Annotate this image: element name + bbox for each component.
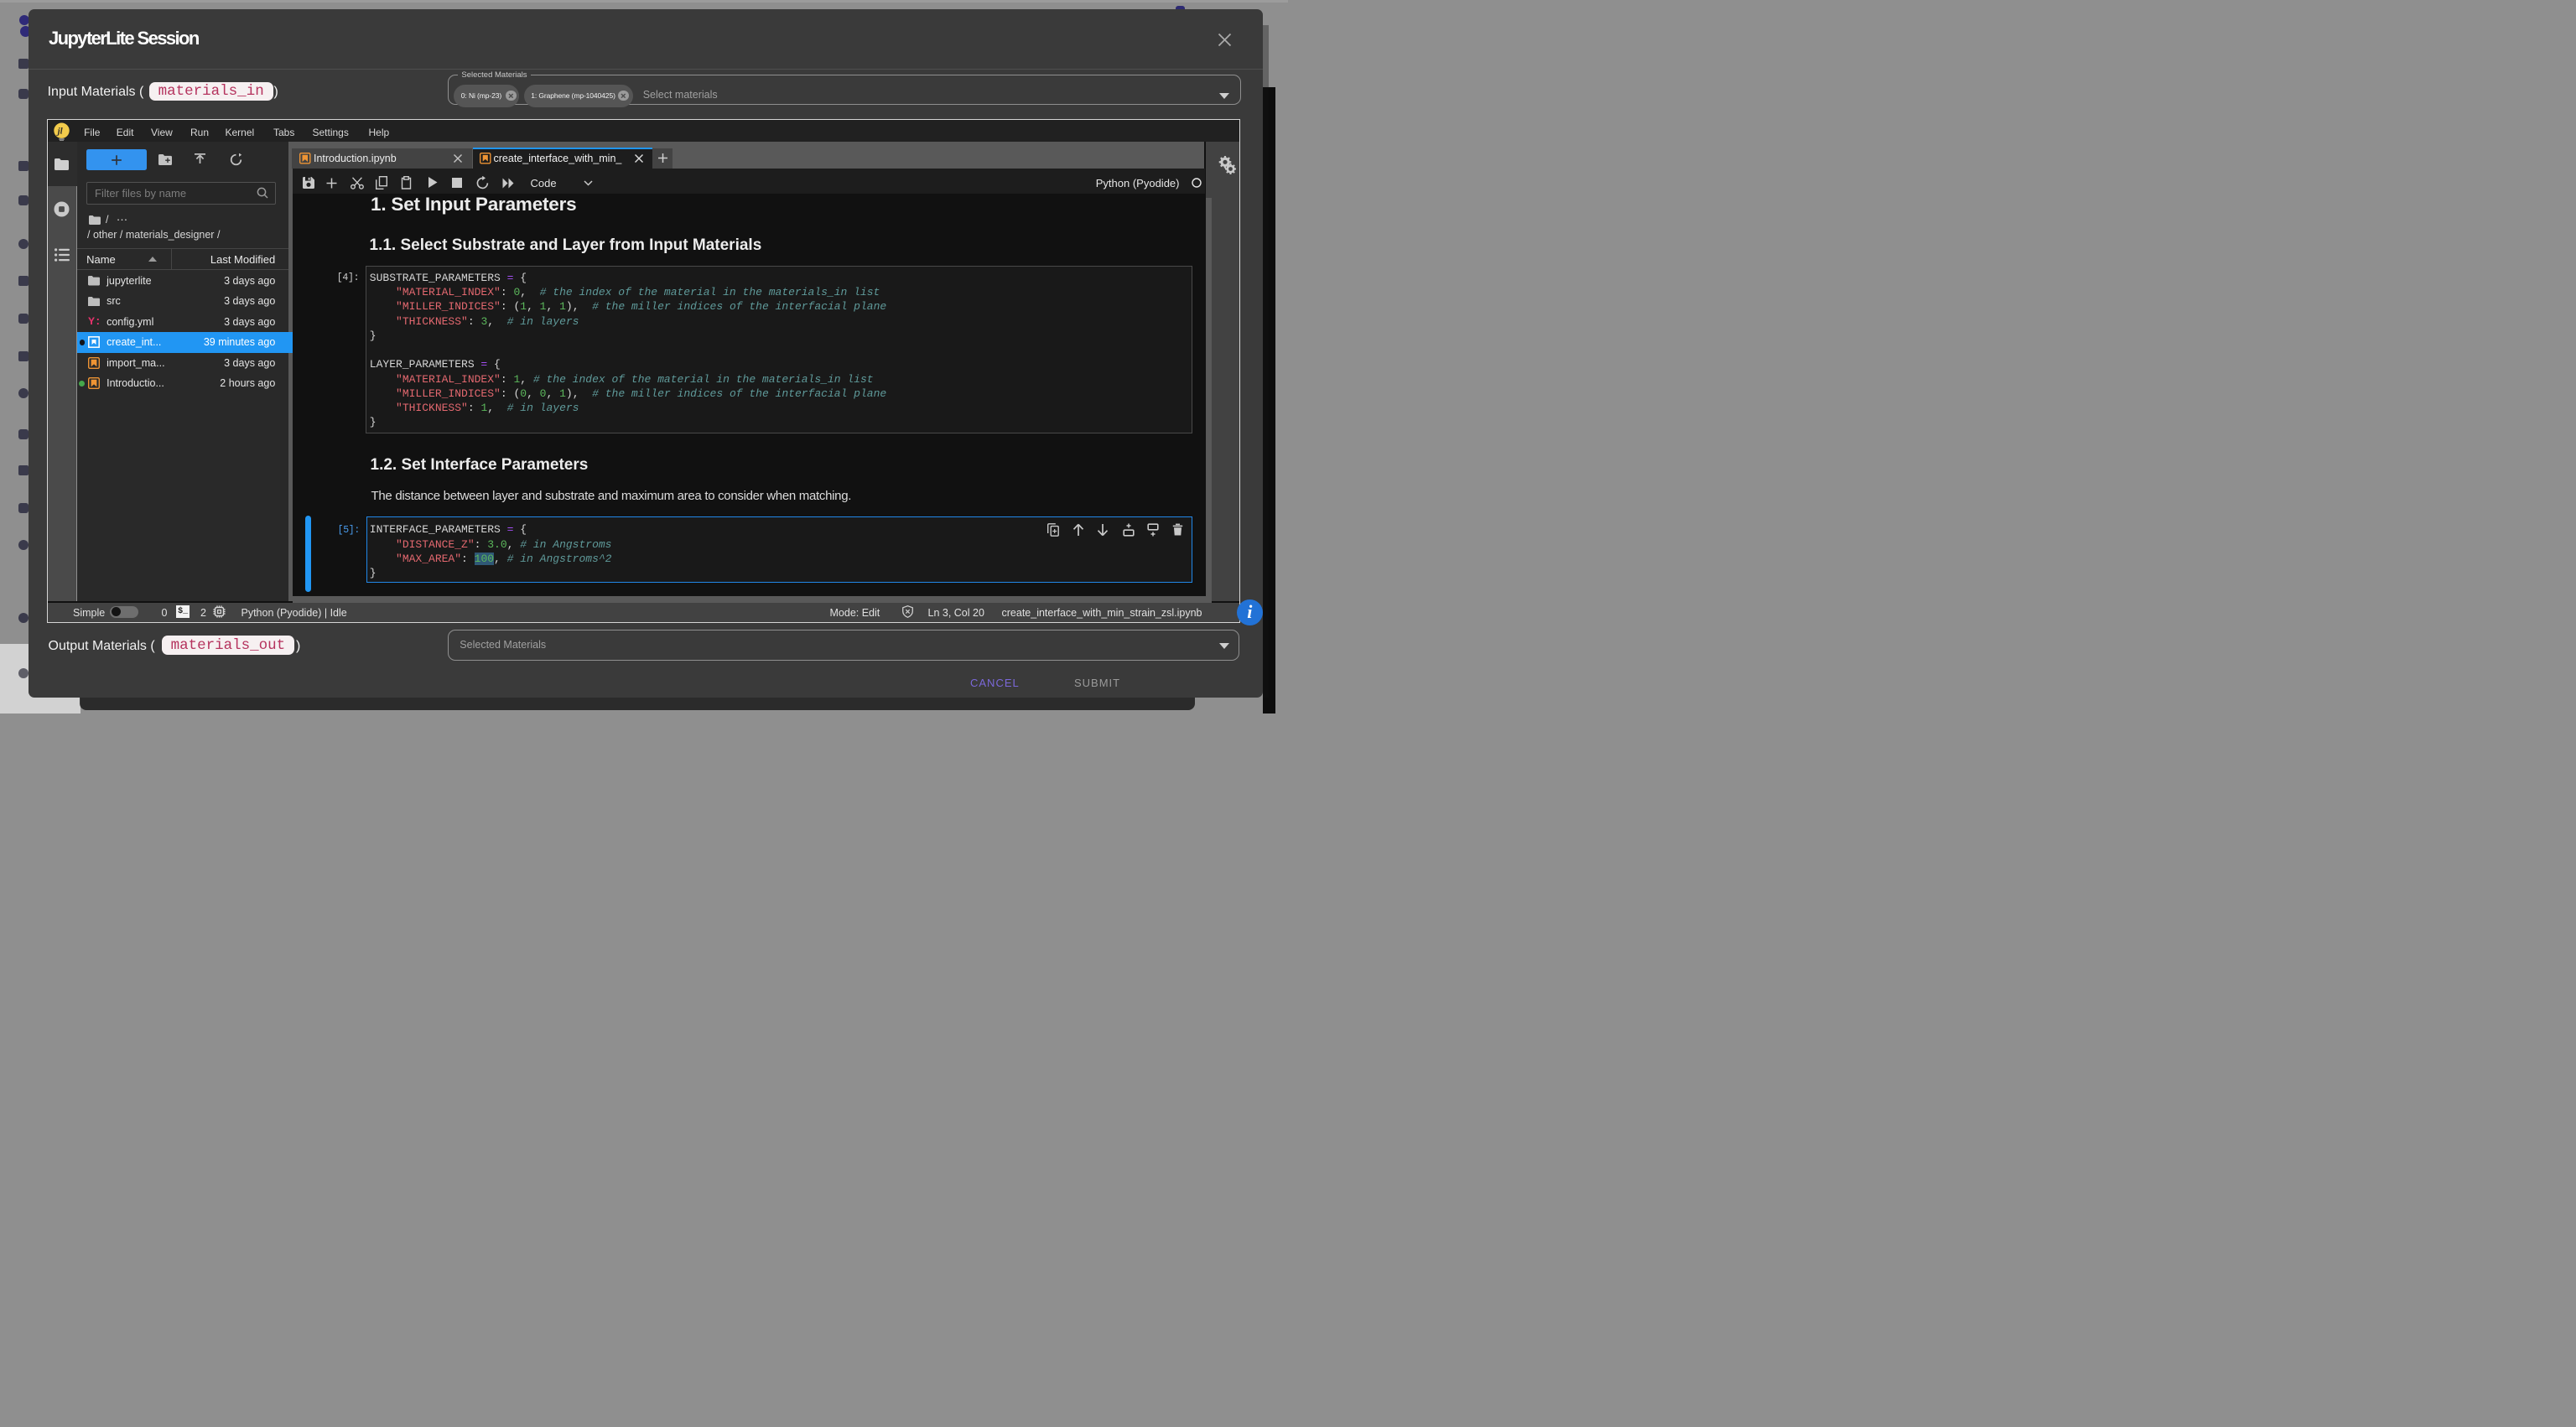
- svg-text:jl: jl: [56, 126, 64, 136]
